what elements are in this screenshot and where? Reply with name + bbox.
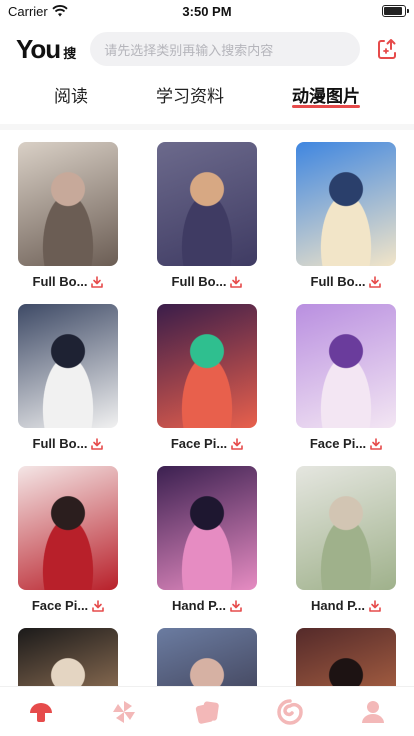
header: You 搜 请先选择类别再输入搜索内容 <box>0 30 414 68</box>
tab-study-materials[interactable]: 学习资料 <box>156 78 224 118</box>
tab-reading[interactable]: 阅读 <box>54 78 88 118</box>
image-card[interactable]: Full Bo... <box>18 142 118 289</box>
search-input[interactable]: 请先选择类别再输入搜索内容 <box>90 32 360 66</box>
card-caption: Full Bo... <box>18 274 118 289</box>
anime-thumbnail[interactable] <box>296 142 396 266</box>
anime-thumbnail[interactable] <box>18 466 118 590</box>
search-placeholder: 请先选择类别再输入搜索内容 <box>104 42 274 58</box>
tab-label: 学习资料 <box>156 87 224 106</box>
tab-label: 动漫图片 <box>292 87 360 106</box>
tab-label: 阅读 <box>54 87 88 106</box>
download-icon[interactable] <box>231 437 243 450</box>
anime-thumbnail[interactable] <box>296 466 396 590</box>
image-card[interactable]: Face Pi... <box>18 466 118 613</box>
card-title: Hand P... <box>311 598 365 613</box>
download-icon[interactable] <box>92 599 104 612</box>
image-grid: Full Bo... Full Bo... Full Bo... Full Bo...… <box>0 142 414 687</box>
card-title: Full Bo... <box>171 274 227 289</box>
image-card[interactable] <box>157 628 257 687</box>
image-card[interactable]: Full Bo... <box>18 304 118 451</box>
card-caption: Full Bo... <box>157 274 257 289</box>
image-card[interactable] <box>18 628 118 687</box>
pinwheel-icon <box>113 700 136 723</box>
download-icon[interactable] <box>370 437 382 450</box>
card-title: Face Pi... <box>31 598 89 613</box>
carrier-label: Carrier <box>8 3 48 19</box>
battery-icon <box>382 5 409 17</box>
download-icon[interactable] <box>369 275 382 288</box>
card-caption: Face Pi... <box>18 598 118 613</box>
card-title: Face Pi... <box>170 436 228 451</box>
card-caption: Full Bo... <box>296 274 396 289</box>
anime-thumbnail[interactable] <box>157 142 257 266</box>
nav-trending[interactable] <box>270 692 310 732</box>
card-caption: Face Pi... <box>157 436 257 451</box>
download-icon[interactable] <box>230 275 243 288</box>
anime-thumbnail[interactable] <box>18 304 118 428</box>
mushroom-icon <box>30 702 53 722</box>
logo-sub-text: 搜 <box>63 46 77 61</box>
anime-thumbnail[interactable] <box>157 304 257 428</box>
card-title: Full Bo... <box>32 436 88 451</box>
nav-discover[interactable] <box>104 692 144 732</box>
upload-button[interactable] <box>376 38 398 60</box>
anime-thumbnail[interactable] <box>18 628 118 687</box>
active-tab-indicator <box>292 105 360 108</box>
card-title: Face Pi... <box>309 436 367 451</box>
image-card[interactable]: Full Bo... <box>157 142 257 289</box>
image-card[interactable] <box>296 628 396 687</box>
image-card[interactable]: Face Pi... <box>157 304 257 451</box>
image-card[interactable]: Hand P... <box>296 466 396 613</box>
status-time: 3:50 PM <box>182 3 232 19</box>
card-caption: Hand P... <box>296 598 396 613</box>
image-card[interactable]: Full Bo... <box>296 142 396 289</box>
nav-profile[interactable] <box>353 692 393 732</box>
card-title: Full Bo... <box>32 274 88 289</box>
upload-icon <box>378 39 396 59</box>
anime-thumbnail[interactable] <box>157 628 257 687</box>
section-divider <box>0 124 414 130</box>
download-icon[interactable] <box>230 599 242 612</box>
anime-thumbnail[interactable] <box>296 628 396 687</box>
nav-gallery[interactable] <box>187 692 227 732</box>
card-caption: Hand P... <box>157 598 257 613</box>
card-title: Hand P... <box>172 598 226 613</box>
card-title: Full Bo... <box>310 274 366 289</box>
nav-home[interactable] <box>21 692 61 732</box>
card-caption: Face Pi... <box>296 436 396 451</box>
anime-thumbnail[interactable] <box>18 142 118 266</box>
download-icon[interactable] <box>369 599 381 612</box>
image-card[interactable]: Face Pi... <box>296 304 396 451</box>
tab-anime-images[interactable]: 动漫图片 <box>292 78 360 114</box>
wifi-icon <box>52 5 68 17</box>
app-logo: You 搜 <box>16 36 76 62</box>
anime-thumbnail[interactable] <box>296 304 396 428</box>
card-caption: Full Bo... <box>18 436 118 451</box>
cards-icon <box>195 701 219 724</box>
logo-main-text: You <box>16 34 61 64</box>
status-bar: Carrier 3:50 PM <box>0 0 414 22</box>
download-icon[interactable] <box>91 275 104 288</box>
profile-icon <box>361 700 384 723</box>
anime-thumbnail[interactable] <box>157 466 257 590</box>
category-tabs: 阅读 学习资料 动漫图片 <box>0 78 414 118</box>
download-icon[interactable] <box>91 437 104 450</box>
carrier-info: Carrier <box>8 4 68 19</box>
swirl-icon <box>277 698 303 725</box>
bottom-nav <box>0 686 414 736</box>
image-card[interactable]: Hand P... <box>157 466 257 613</box>
